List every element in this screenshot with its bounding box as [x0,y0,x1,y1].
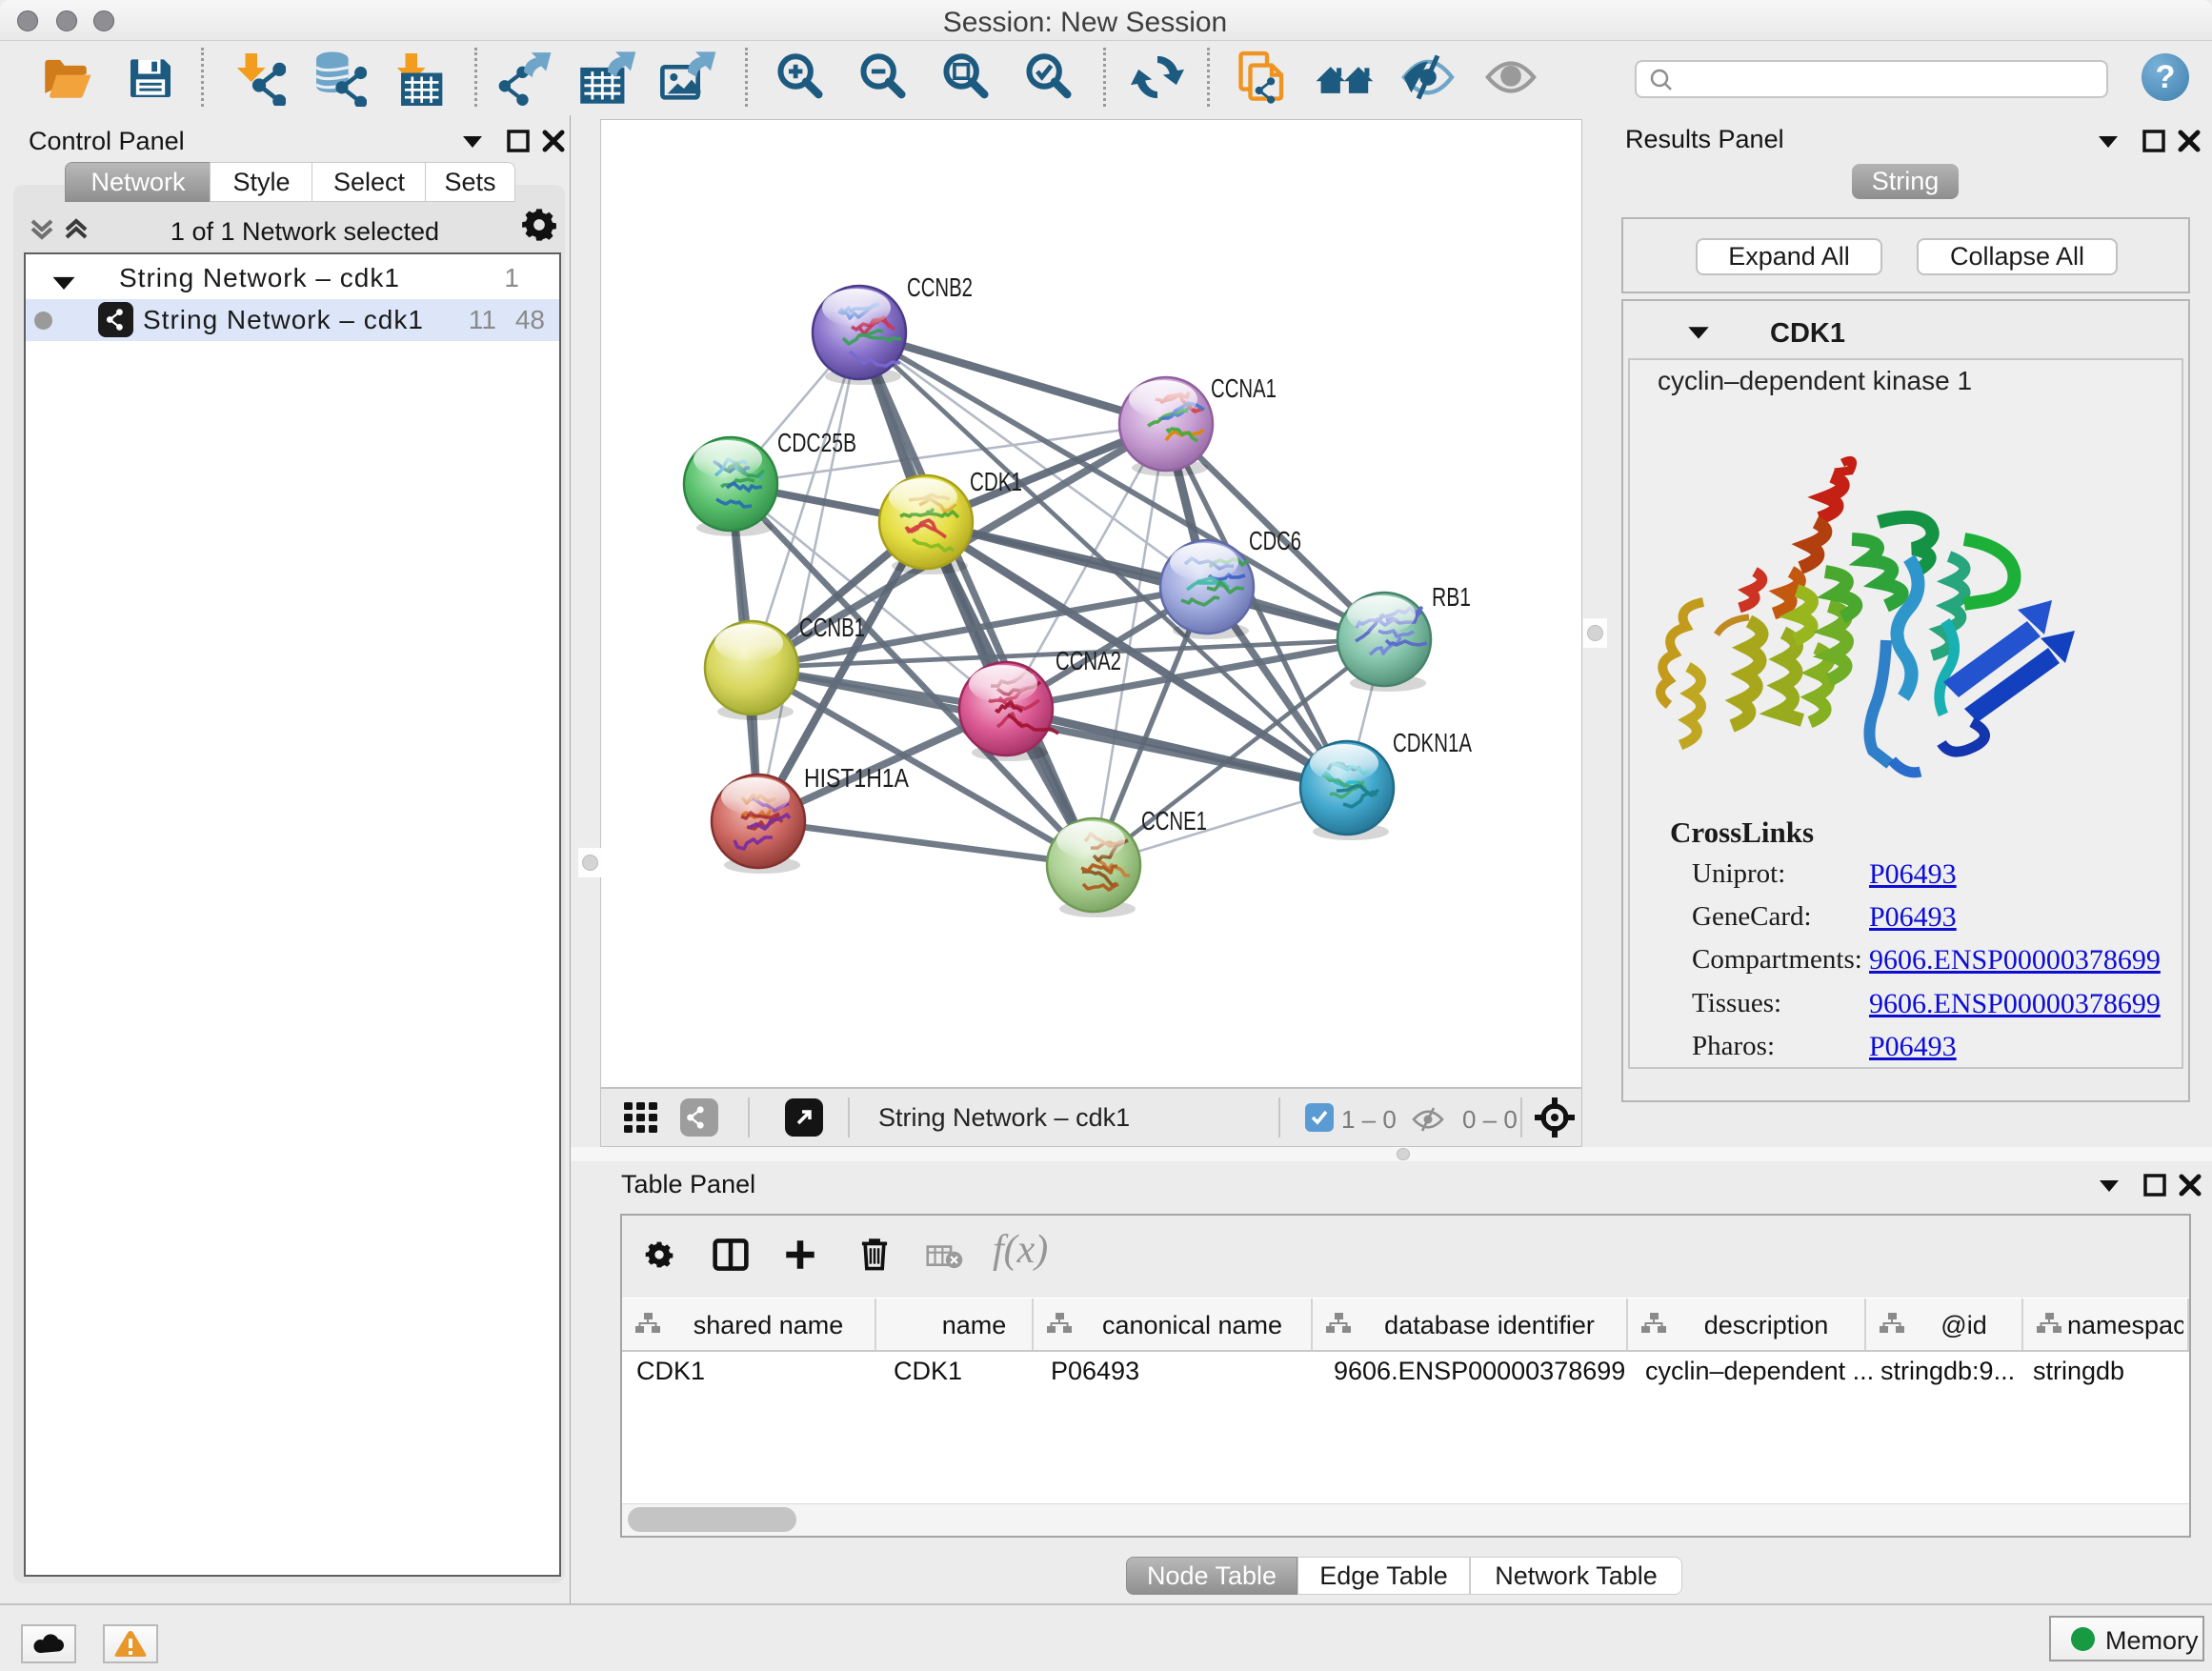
svg-text:CCNB2: CCNB2 [907,272,973,302]
svg-text:RB1: RB1 [1432,582,1471,612]
svg-text:HIST1H1A: HIST1H1A [804,763,909,793]
svg-text:CCNA1: CCNA1 [1211,373,1277,403]
svg-text:CCNB1: CCNB1 [799,613,865,642]
svg-text:CDC25B: CDC25B [777,428,856,457]
svg-text:CCNE1: CCNE1 [1141,806,1207,836]
svg-text:CCNA2: CCNA2 [1056,646,1121,675]
svg-text:CDC6: CDC6 [1249,526,1301,555]
svg-text:CDKN1A: CDKN1A [1393,728,1472,757]
svg-text:CDK1: CDK1 [970,467,1022,496]
